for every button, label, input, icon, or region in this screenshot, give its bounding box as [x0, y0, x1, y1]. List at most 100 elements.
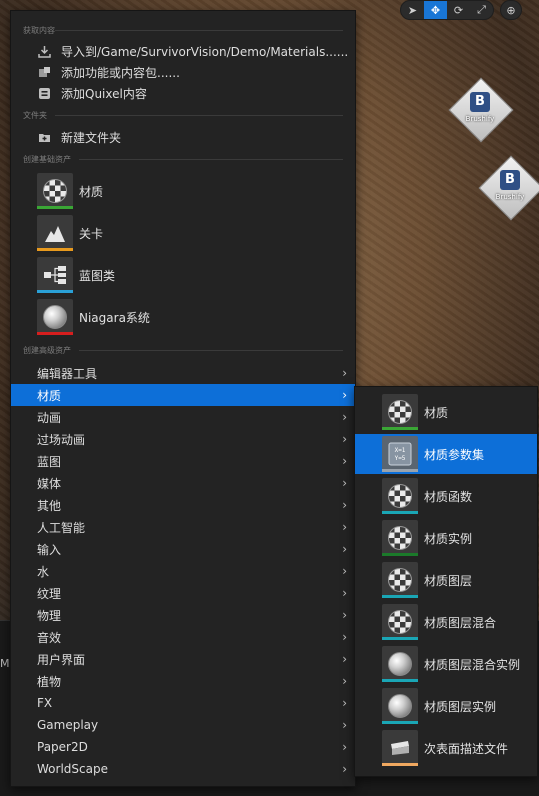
- import-label: 导入到/Game/SurvivorVision/Demo/Materials..…: [61, 44, 349, 59]
- section-header-advanced-assets: 创建高级资产: [23, 346, 71, 355]
- submenu-material-layer-blend[interactable]: 材质图层混合: [355, 602, 537, 642]
- chevron-right-icon: ›: [342, 564, 347, 578]
- material-function-icon: [382, 478, 418, 514]
- scale-icon[interactable]: ⤢: [470, 1, 493, 19]
- brushify-label: Brushify: [465, 115, 495, 123]
- level-icon: [37, 215, 73, 251]
- import-icon: [37, 44, 51, 58]
- category-cinematics[interactable]: 过场动画 ›: [11, 428, 355, 450]
- chevron-right-icon: ›: [342, 652, 347, 666]
- material-icon: [37, 173, 73, 209]
- import-menu-item[interactable]: 导入到/Game/SurvivorVision/Demo/Materials..…: [11, 41, 355, 61]
- section-divider: [55, 30, 343, 31]
- submenu-material-parameter-collection[interactable]: X=1 Y=5 材质参数集: [355, 434, 537, 474]
- section-header-folder: 文件夹: [23, 111, 47, 120]
- material-icon: [382, 394, 418, 430]
- chevron-right-icon: ›: [342, 432, 347, 446]
- brushify-actor-icon[interactable]: B Brushify: [448, 77, 514, 143]
- basic-asset-level[interactable]: 关卡: [37, 213, 103, 253]
- section-divider: [55, 115, 343, 116]
- basic-asset-niagara[interactable]: Niagara系统: [37, 297, 150, 337]
- material-layer-blend-instance-icon: [382, 646, 418, 682]
- world-local-icon[interactable]: ⊕: [500, 0, 522, 20]
- category-worldscape[interactable]: WorldScape ›: [11, 758, 355, 780]
- material-layer-icon: [382, 562, 418, 598]
- chevron-right-icon: ›: [342, 388, 347, 402]
- quixel-icon: [37, 86, 51, 100]
- category-media[interactable]: 媒体 ›: [11, 472, 355, 494]
- niagara-icon: [37, 299, 73, 335]
- category-sounds[interactable]: 音效 ›: [11, 626, 355, 648]
- chevron-right-icon: ›: [342, 410, 347, 424]
- new-folder-icon: [37, 130, 51, 144]
- basic-asset-material[interactable]: 材质: [37, 171, 103, 211]
- category-user-interface[interactable]: 用户界面 ›: [11, 648, 355, 670]
- blueprint-icon: [37, 257, 73, 293]
- chevron-right-icon: ›: [342, 762, 347, 776]
- submenu-material-function[interactable]: 材质函数: [355, 476, 537, 516]
- feature-pack-icon: [37, 65, 51, 79]
- chevron-right-icon: ›: [342, 696, 347, 710]
- material-layer-blend-icon: [382, 604, 418, 640]
- section-divider: [79, 350, 343, 351]
- category-paper2d[interactable]: Paper2D ›: [11, 736, 355, 758]
- category-fx[interactable]: FX ›: [11, 692, 355, 714]
- category-editor-tools[interactable]: 编辑器工具 ›: [11, 362, 355, 384]
- asset-name: Niagara系统: [79, 310, 150, 325]
- asset-name: 关卡: [79, 226, 104, 241]
- category-texture[interactable]: 纹理 ›: [11, 582, 355, 604]
- parameter-collection-icon: X=1 Y=5: [382, 436, 418, 472]
- chevron-right-icon: ›: [342, 740, 347, 754]
- brushify-actor-icon[interactable]: B Brushify: [478, 155, 539, 221]
- category-ai[interactable]: 人工智能 ›: [11, 516, 355, 538]
- chevron-right-icon: ›: [342, 498, 347, 512]
- material-layer-instance-icon: [382, 688, 418, 724]
- rotate-icon[interactable]: ⟳: [447, 1, 470, 19]
- chevron-right-icon: ›: [342, 718, 347, 732]
- chevron-right-icon: ›: [342, 586, 347, 600]
- chevron-right-icon: ›: [342, 608, 347, 622]
- submenu-material-layer[interactable]: 材质图层: [355, 560, 537, 600]
- svg-text:Y=5: Y=5: [395, 455, 406, 462]
- submenu-subsurface-profile[interactable]: 次表面描述文件: [355, 728, 537, 768]
- section-header-get-content: 获取内容: [23, 26, 55, 35]
- subsurface-profile-icon: [382, 730, 418, 766]
- chevron-right-icon: ›: [342, 454, 347, 468]
- category-foliage[interactable]: 植物 ›: [11, 670, 355, 692]
- submenu-material-layer-blend-instance[interactable]: 材质图层混合实例: [355, 644, 537, 684]
- submenu-material-layer-instance[interactable]: 材质图层实例: [355, 686, 537, 726]
- content-browser-context-menu: 获取内容 导入到/Game/SurvivorVision/Demo/Materi…: [10, 10, 356, 787]
- category-miscellaneous[interactable]: 其他 ›: [11, 494, 355, 516]
- category-gameplay[interactable]: Gameplay ›: [11, 714, 355, 736]
- add-quixel-label: 添加Quixel内容: [61, 86, 147, 101]
- svg-text:X=1: X=1: [395, 447, 406, 454]
- category-water[interactable]: 水 ›: [11, 560, 355, 582]
- submenu-material[interactable]: 材质: [355, 392, 537, 432]
- submenu-material-instance[interactable]: 材质实例: [355, 518, 537, 558]
- category-input[interactable]: 输入 ›: [11, 538, 355, 560]
- add-feature-menu-item[interactable]: 添加功能或内容包......: [11, 62, 355, 82]
- select-arrow-icon[interactable]: ➤: [401, 1, 424, 19]
- basic-asset-blueprint[interactable]: 蓝图类: [37, 255, 115, 295]
- add-feature-label: 添加功能或内容包......: [61, 65, 180, 80]
- new-folder-menu-item[interactable]: 新建文件夹: [11, 127, 355, 147]
- brushify-label: Brushify: [495, 193, 525, 201]
- add-quixel-menu-item[interactable]: 添加Quixel内容: [11, 83, 355, 103]
- category-physics[interactable]: 物理 ›: [11, 604, 355, 626]
- category-material[interactable]: 材质 ›: [11, 384, 355, 406]
- asset-name: 材质: [79, 184, 104, 199]
- material-submenu: 材质 X=1 Y=5 材质参数集 材质函数 材质实例 材质图层 材质图层混合 材…: [354, 386, 538, 777]
- chevron-right-icon: ›: [342, 630, 347, 644]
- section-header-basic-assets: 创建基础资产: [23, 155, 71, 164]
- translate-icon[interactable]: ✥: [424, 1, 447, 19]
- chevron-right-icon: ›: [342, 520, 347, 534]
- material-instance-icon: [382, 520, 418, 556]
- chevron-right-icon: ›: [342, 674, 347, 688]
- category-blueprint[interactable]: 蓝图 ›: [11, 450, 355, 472]
- viewport-transform-toolbar: ➤ ✥ ⟳ ⤢ ⊕: [400, 0, 522, 20]
- transform-mode-group: ➤ ✥ ⟳ ⤢: [400, 0, 494, 20]
- category-animation[interactable]: 动画 ›: [11, 406, 355, 428]
- chevron-right-icon: ›: [342, 366, 347, 380]
- chevron-right-icon: ›: [342, 542, 347, 556]
- chevron-right-icon: ›: [342, 476, 347, 490]
